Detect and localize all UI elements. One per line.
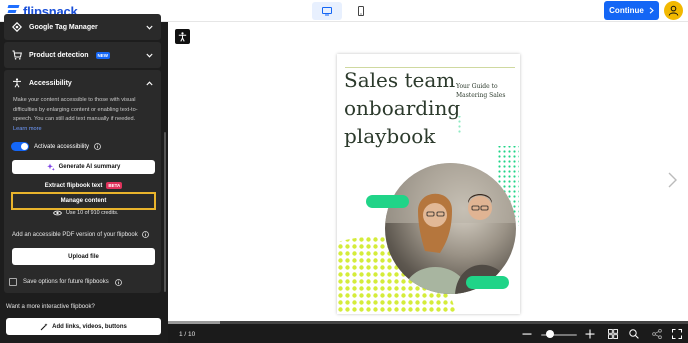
search-icon: [629, 329, 639, 339]
thumbnails-button[interactable]: [608, 329, 618, 339]
zoom-slider-thumb[interactable]: [546, 330, 554, 338]
share-button[interactable]: [652, 329, 662, 339]
accessibility-toggle[interactable]: [11, 142, 29, 151]
toggle-label: Activate accessibility: [34, 143, 90, 150]
accent-pill: [366, 195, 409, 208]
pdf-label: Add an accessible PDF version of your fl…: [12, 231, 138, 238]
share-icon: [652, 329, 662, 339]
section-product-detection[interactable]: Product detection NEW: [4, 42, 161, 68]
chevron-right-icon: [649, 7, 654, 14]
team-photo: [385, 163, 516, 294]
accessible-pdf-row: Add an accessible PDF version of your fl…: [12, 231, 149, 238]
sparkle-icon: [46, 163, 55, 171]
sidebar: Google Tag Manager Product detection NEW: [0, 14, 168, 343]
credits-text: Use 10 of 910 credits.: [66, 210, 119, 216]
section-google-tag-manager[interactable]: Google Tag Manager: [4, 14, 161, 40]
fullscreen-icon: [672, 329, 682, 339]
viewer-toolbar: 1 / 10: [168, 321, 688, 343]
accent-pill: [466, 276, 509, 289]
manage-content-button[interactable]: Manage content: [11, 192, 156, 210]
page-progress-track[interactable]: [168, 321, 688, 324]
new-badge: NEW: [95, 51, 111, 59]
device-toggle: [312, 2, 376, 20]
user-icon: [668, 5, 679, 16]
save-options-label: Save options for future flipbooks: [23, 279, 109, 285]
minus-icon: [522, 333, 532, 335]
chevron-up-icon: [146, 80, 153, 85]
phone-icon: [358, 6, 364, 16]
chevron-down-icon: [146, 53, 153, 58]
sidebar-scrollbar[interactable]: [164, 132, 166, 292]
monitor-icon: [322, 6, 332, 15]
extract-flipbook-text-button[interactable]: Extract flipbook text BETA: [12, 179, 155, 192]
section-title: Accessibility: [29, 79, 72, 87]
flipbook-canvas: Sales team onboarding playbook Your Guid…: [168, 22, 688, 321]
upload-file-label: Upload file: [68, 253, 99, 260]
info-icon[interactable]: [141, 231, 149, 238]
section-header[interactable]: Accessibility: [4, 70, 161, 96]
save-options-checkbox[interactable]: [9, 278, 17, 286]
continue-label: Continue: [609, 6, 644, 15]
save-options-row: Save options for future flipbooks: [9, 278, 122, 286]
chevron-down-icon: [146, 25, 153, 30]
add-links-button[interactable]: Add links, videos, buttons: [6, 318, 161, 335]
magic-wand-icon: [40, 322, 48, 330]
desktop-view-button[interactable]: [312, 2, 342, 20]
generate-ai-summary-button[interactable]: Generate AI summary: [12, 160, 155, 174]
diamond-icon: [12, 22, 22, 32]
people-illustration: [385, 163, 516, 294]
chevron-right-icon: [668, 172, 677, 188]
section-title: Product detection: [29, 51, 89, 59]
avatar[interactable]: [664, 1, 683, 20]
flipbook-page[interactable]: Sales team onboarding playbook Your Guid…: [337, 54, 520, 314]
accessibility-person-icon: [178, 31, 187, 42]
section-header[interactable]: Product detection NEW: [4, 42, 161, 68]
plus-icon: [585, 329, 595, 339]
section-title: Google Tag Manager: [29, 23, 98, 31]
extract-label: Extract flipbook text: [44, 182, 103, 189]
page-progress-fill: [168, 321, 220, 324]
continue-button[interactable]: Continue: [604, 1, 659, 20]
manage-content-label: Manage content: [60, 198, 107, 204]
info-icon[interactable]: [114, 278, 122, 286]
eye-icon: [53, 210, 62, 216]
cart-icon: [12, 50, 22, 60]
next-page-button[interactable]: [668, 172, 677, 193]
zoom-in-button[interactable]: [585, 329, 595, 339]
search-button[interactable]: [629, 329, 639, 339]
generate-ai-summary-label: Generate AI summary: [58, 164, 121, 170]
section-header[interactable]: Google Tag Manager: [4, 14, 161, 40]
accessibility-description: Make your content accessible to those wi…: [4, 96, 161, 134]
accessibility-mode-button[interactable]: [175, 29, 190, 44]
page-indicator: 1 / 10: [179, 331, 196, 338]
activate-accessibility-row: Activate accessibility: [11, 142, 101, 151]
accessibility-icon: [13, 78, 21, 88]
add-links-label: Add links, videos, buttons: [52, 323, 127, 330]
zoom-out-button[interactable]: [522, 329, 532, 339]
learn-more-link[interactable]: Learn more: [13, 125, 152, 135]
fullscreen-button[interactable]: [672, 329, 682, 339]
info-icon[interactable]: [94, 143, 101, 150]
credits-info: Use 10 of 910 credits.: [53, 210, 118, 216]
mobile-view-button[interactable]: [346, 2, 376, 20]
interactive-prompt: Want a more interactive flipbook?: [6, 304, 95, 310]
beta-badge: BETA: [106, 182, 123, 189]
grid-icon: [608, 329, 618, 339]
description-text: Make your content accessible to those wi…: [13, 97, 138, 122]
upload-file-button[interactable]: Upload file: [12, 248, 155, 265]
